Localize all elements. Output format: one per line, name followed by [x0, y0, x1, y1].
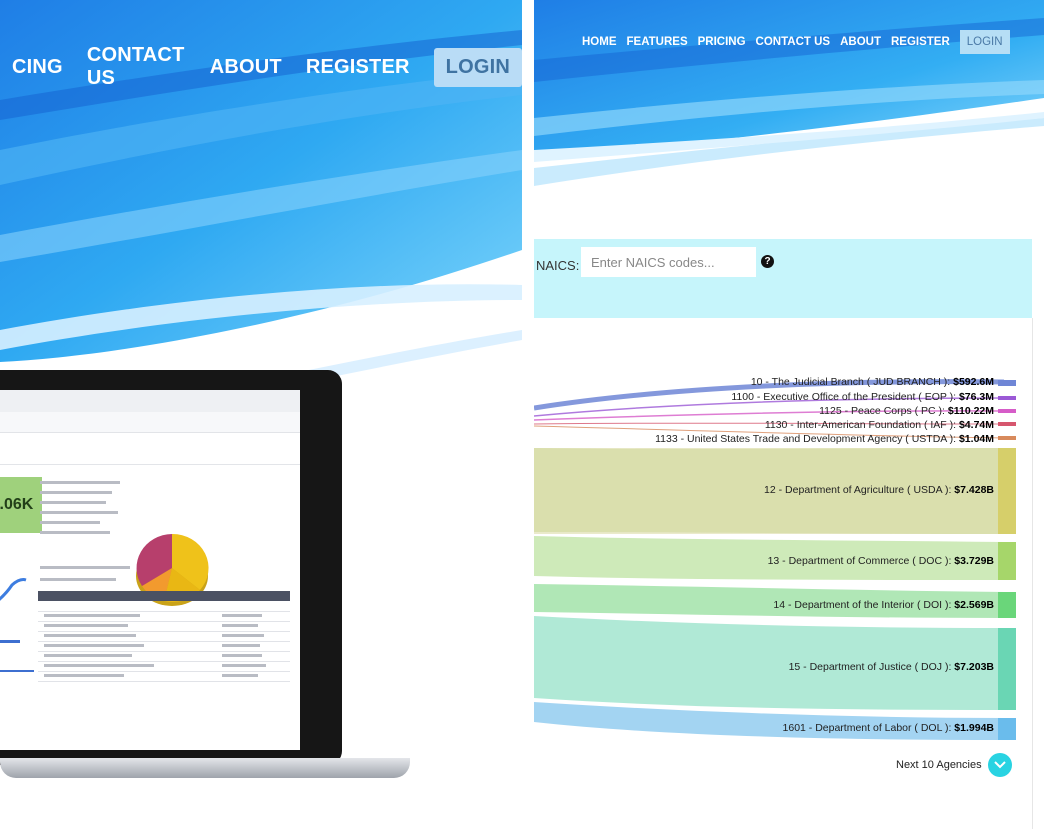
chart-text [40, 501, 106, 504]
login-button[interactable]: LOGIN [433, 47, 522, 87]
chart-text [40, 521, 100, 524]
nav-contact-link[interactable]: CONTACT US [87, 44, 186, 90]
table-cell [44, 654, 132, 657]
agency-label-doi: 14 - Department of the Interior ( DOI ):… [773, 599, 994, 611]
laptop-screen-frame: 6.06K [0, 370, 342, 765]
table-cell [222, 614, 262, 617]
nav-pricing-link[interactable]: CING [12, 56, 63, 79]
agency-label-doc: 13 - Department of Commerce ( DOC ): $3.… [767, 555, 994, 567]
naics-filter-bar: NAICS: ? [534, 239, 1032, 318]
app-panel: HOME FEATURES PRICING CONTACT US ABOUT R… [534, 0, 1044, 829]
table-cell [222, 644, 260, 647]
agency-label-eop: 1100 - Executive Office of the President… [731, 391, 994, 403]
table-cell [222, 674, 258, 677]
table-row [38, 651, 290, 652]
top-nav: CING CONTACT US ABOUT REGISTER LOGIN [0, 44, 522, 89]
next-agencies-control[interactable]: Next 10 Agencies [896, 753, 1012, 777]
top-nav: HOME FEATURES PRICING CONTACT US ABOUT R… [582, 30, 1010, 54]
browser-address-bar [0, 412, 300, 433]
agency-label-usda: 12 - Department of Agriculture ( USDA ):… [764, 484, 994, 496]
nav-pricing-link[interactable]: PRICING [698, 36, 746, 48]
naics-label: NAICS: [536, 258, 580, 273]
laptop-base [0, 758, 410, 778]
nav-register-link[interactable]: REGISTER [891, 36, 950, 48]
table-header [38, 591, 290, 601]
table-row [38, 611, 290, 612]
login-button[interactable]: LOGIN [959, 30, 1010, 54]
agency-label-dol: 1601 - Department of Labor ( DOL ): $1.9… [782, 722, 994, 734]
agency-label-jud: 10 - The Judicial Branch ( JUD BRANCH ):… [750, 376, 994, 388]
naics-input[interactable] [581, 247, 756, 277]
table-cell [44, 614, 140, 617]
chart-text [40, 566, 130, 569]
browser-toolbar [0, 390, 300, 413]
table-cell [44, 644, 144, 647]
chart-text [40, 481, 120, 484]
table-cell [44, 674, 124, 677]
next-agencies-label[interactable]: Next 10 Agencies [896, 759, 982, 771]
table-cell [222, 634, 264, 637]
agency-label-iaf: 1130 - Inter-American Foundation ( IAF )… [764, 419, 994, 431]
agency-label-doj: 15 - Department of Justice ( DOJ ): $7.2… [788, 661, 994, 673]
content-border [1032, 318, 1033, 829]
table-cell [222, 654, 262, 657]
table-row [38, 631, 290, 632]
table-row [38, 621, 290, 622]
table-cell [44, 634, 136, 637]
nav-register-link[interactable]: REGISTER [306, 56, 410, 79]
table-cell [222, 624, 258, 627]
nav-about-link[interactable]: ABOUT [840, 36, 881, 48]
chart-text [40, 511, 118, 514]
nav-features-link[interactable]: FEATURES [627, 36, 688, 48]
table-cell [222, 664, 266, 667]
chart-text [40, 491, 112, 494]
panel-divider [522, 0, 534, 829]
chart-text [40, 578, 116, 581]
table-row [38, 681, 290, 682]
chevron-down-icon [993, 761, 1006, 769]
nav-home-link[interactable]: HOME [582, 36, 617, 48]
dashboard-screenshot: 6.06K [0, 390, 300, 750]
nav-about-link[interactable]: ABOUT [210, 56, 282, 79]
agency-label-ustda: 1133 - United States Trade and Developme… [655, 433, 994, 445]
table-row [38, 671, 290, 672]
next-agencies-button[interactable] [987, 753, 1012, 777]
table-cell [44, 664, 154, 667]
table-row [38, 661, 290, 662]
table-row [38, 641, 290, 642]
question-circle-icon[interactable]: ? [761, 255, 774, 268]
chart-text [40, 531, 110, 534]
table-cell [44, 624, 128, 627]
nav-contact-link[interactable]: CONTACT US [756, 36, 831, 48]
promo-panel: CING CONTACT US ABOUT REGISTER LOGIN 6.0… [0, 0, 522, 829]
agency-label-pc: 1125 - Peace Corps ( PC ): $110.22M [819, 405, 994, 417]
